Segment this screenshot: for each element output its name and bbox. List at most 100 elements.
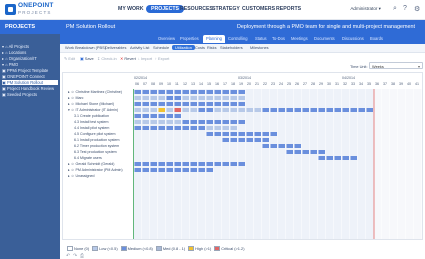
user-menu[interactable]: Administrator ▾: [350, 6, 381, 12]
utilization-cell: [198, 108, 205, 112]
section-title: PROJECTS: [5, 24, 36, 30]
tab-planning[interactable]: Planning: [203, 35, 225, 43]
week-tick-label: 08: [151, 82, 155, 86]
row-label: 3.1 Create publication: [74, 114, 109, 118]
utilization-cell: [150, 96, 157, 100]
utilization-cell: [158, 126, 165, 130]
utilization-cell: [174, 120, 181, 124]
utilization-cell: [166, 168, 173, 172]
tree-item-selected[interactable]: ▣ PM Solution Rollout: [2, 80, 58, 85]
utilization-cell: [254, 108, 261, 112]
edit-button[interactable]: ✎ Edit: [64, 56, 75, 61]
utilization-cell: [238, 96, 245, 100]
tab-meetings[interactable]: Meetings: [291, 36, 308, 41]
utilization-cell: [262, 108, 269, 112]
utilization-cell: [230, 126, 237, 130]
row-label: ▸ ☺ Michael Stone (Michael): [68, 102, 114, 106]
legend-swatch: [214, 246, 221, 252]
utilization-cell: [134, 168, 141, 172]
import-button[interactable]: ↓ Import: [138, 56, 152, 61]
utilization-cell: [166, 120, 173, 124]
tree-item-locations[interactable]: ▸ ⌂ Locations: [2, 50, 26, 55]
utilization-cell: [150, 120, 157, 124]
undo-icon[interactable]: ↶: [66, 253, 70, 259]
utilization-cell: [158, 162, 165, 166]
search-icon[interactable]: ⌕: [393, 5, 397, 13]
utilization-cell: [142, 90, 149, 94]
subtab-schedule[interactable]: Schedule: [153, 45, 169, 50]
subtab-deliverables[interactable]: Deliverables: [105, 45, 126, 50]
utilization-cell: [198, 96, 205, 100]
utilization-cell: [174, 90, 181, 94]
week-tick-label: 23: [271, 82, 275, 86]
utilization-cell: [206, 132, 213, 136]
utilization-cell: [254, 132, 261, 136]
tab-properties[interactable]: Properties: [180, 36, 199, 41]
checkin-button[interactable]: ↧ Check-in: [97, 56, 117, 61]
settings-icon[interactable]: ⚙: [414, 5, 420, 13]
week-tick-label: 27: [303, 82, 307, 86]
tab-documents[interactable]: Documents: [314, 36, 335, 41]
tab-status[interactable]: Status: [255, 36, 267, 41]
utilization-cell: [214, 96, 221, 100]
legend-item: None (0): [64, 246, 89, 252]
tab-todos[interactable]: To-Dos: [272, 36, 285, 41]
utilization-cell: [238, 162, 245, 166]
nav-reports[interactable]: REPORTS: [276, 6, 301, 12]
week-tick-label: 06: [135, 82, 139, 86]
utilization-cell: [214, 126, 221, 130]
tree-item-pmo[interactable]: ▾ ⌂ PMO: [2, 62, 18, 67]
nav-resources[interactable]: RESOURCES: [180, 6, 213, 12]
revert-button[interactable]: ✕ Revert: [120, 56, 136, 61]
tree-item-seeded[interactable]: ▣ Seeded Projects: [2, 92, 37, 97]
print-icon[interactable]: ⎙: [80, 253, 84, 259]
tab-discussions[interactable]: Discussions: [342, 36, 364, 41]
week-tick-label: 14: [199, 82, 203, 86]
export-button[interactable]: ↑ Export: [155, 56, 169, 61]
subtab-wbs[interactable]: Work Breakdown (PBS): [65, 45, 106, 50]
utilization-cell: [310, 108, 317, 112]
subtab-risks[interactable]: Risks: [207, 45, 217, 50]
utilization-cell: [142, 126, 149, 130]
utilization-cell: [142, 120, 149, 124]
utilization-cell: [206, 108, 213, 112]
chevron-down-icon: ▾: [417, 64, 420, 69]
help-icon[interactable]: ?: [403, 5, 407, 12]
time-unit-select[interactable]: Weeks ▾: [369, 62, 423, 69]
utilization-cell: [158, 168, 165, 172]
tree-item-template[interactable]: ▣ PPMi Project Template: [2, 68, 48, 73]
utilization-cell: [238, 108, 245, 112]
utilization-cell: [222, 132, 229, 136]
subtab-stakeholders[interactable]: Stakeholders: [220, 45, 243, 50]
utilization-cell: [198, 102, 205, 106]
utilization-cell: [134, 126, 141, 130]
utilization-cell: [174, 108, 181, 112]
subtab-utilization[interactable]: Utilization: [172, 45, 195, 50]
row-label: 6.4 Migrate users: [74, 156, 102, 160]
tab-controlling[interactable]: Controlling: [228, 36, 248, 41]
subtab-activity-list[interactable]: Activity List: [130, 45, 149, 50]
redo-icon[interactable]: ↷: [73, 253, 77, 259]
legend-label: High (>1): [195, 246, 212, 251]
legend-swatch: [92, 246, 99, 252]
save-button[interactable]: ▣ Save: [80, 56, 94, 61]
nav-customers[interactable]: CUSTOMERS: [242, 6, 275, 12]
nav-strategy[interactable]: STRATEGY: [212, 6, 240, 12]
week-tick-label: 17: [223, 82, 227, 86]
tree-item-all-projects[interactable]: ▾ ⌂ All Projects: [2, 44, 29, 49]
tab-overview[interactable]: Overview: [158, 36, 175, 41]
tree-item-organization[interactable]: ▸ ⌂ Organization/IT: [2, 56, 37, 61]
tab-boards[interactable]: Boards: [370, 36, 383, 41]
legend-item: Critical (>1.2): [211, 246, 245, 252]
tree-item-handbook[interactable]: ▣ Project Handbook Review: [2, 86, 54, 91]
utilization-cell: [222, 96, 229, 100]
subtab-milestones[interactable]: Milestones: [250, 45, 269, 50]
nav-projects[interactable]: PROJECTS: [146, 5, 184, 13]
utilization-cell: [262, 132, 269, 136]
utilization-cell: [278, 108, 285, 112]
nav-my-work[interactable]: MY WORK: [118, 6, 144, 12]
tree-item-connect[interactable]: ▣ ONEPOINT Connect: [2, 74, 45, 79]
utilization-cell: [214, 102, 221, 106]
subtab-costs[interactable]: Costs: [195, 45, 205, 50]
week-column: [382, 89, 390, 239]
